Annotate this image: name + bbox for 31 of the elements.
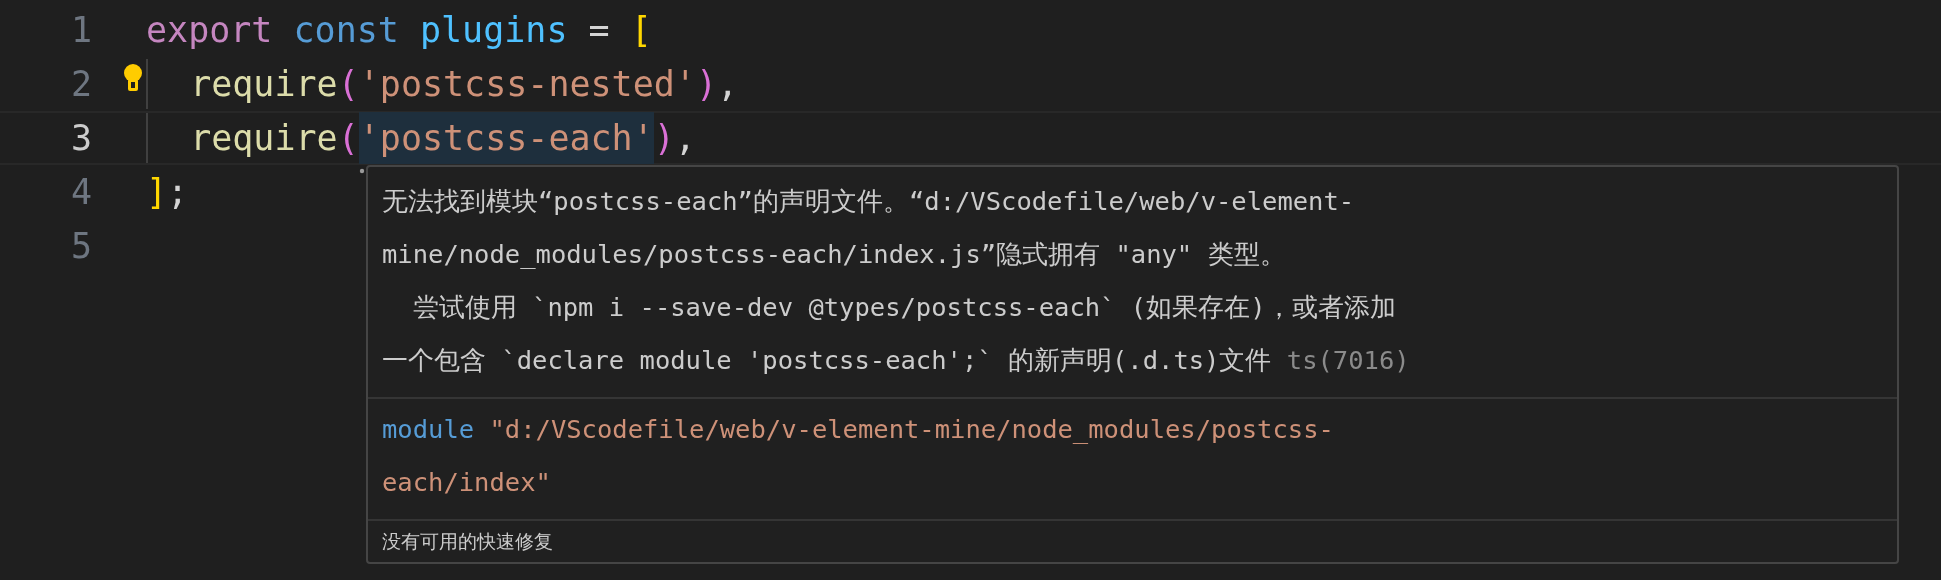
error-code: ts(7016) (1286, 345, 1410, 375)
code-token: , (674, 116, 696, 160)
code-token: ; (167, 170, 189, 214)
line-number: 2 (69, 62, 92, 106)
error-message-line: mine/node_modules/postcss-each/index.js”隐式拥有 "any" 类型。 (382, 239, 1286, 269)
code-token: ( (337, 62, 359, 106)
error-message-line: 无法找到模块“postcss-each”的声明文件。“d:/VScodefile/web/v-element- (382, 186, 1355, 216)
line-number: 3 (69, 116, 92, 160)
code-token: [ (630, 8, 652, 52)
code-token: ( (337, 116, 359, 160)
code-token: , (716, 62, 739, 106)
code-token: = (587, 8, 611, 52)
code-token: ] (146, 170, 168, 214)
quick-fix-status: 没有可用的快速修复 (382, 530, 553, 552)
line-number: 1 (69, 8, 92, 52)
code-token: 'postcss-nested' (358, 62, 696, 106)
code-token: "d:/VScodefile/web/v-element-mine/node_modules/postcss- (488, 414, 1334, 444)
error-message-line: 一个包含 `declare module 'postcss-each';` 的新声明(.d.ts)文件 (382, 345, 1272, 375)
error-message-line: 尝试使用 `npm i --save-dev @types/postcss-each` (如果存在)，或者添加 (411, 292, 1396, 322)
code-token: each/index" (382, 467, 551, 497)
code-token: ) (695, 62, 717, 106)
code-token: ) (653, 116, 675, 160)
code-token: require (189, 62, 338, 106)
code-token: const (292, 8, 399, 52)
code-token: plugins (418, 8, 568, 52)
line-number: 5 (69, 224, 92, 268)
line-number: 4 (69, 170, 92, 214)
code-token: require (189, 116, 338, 160)
code-token: module (382, 414, 475, 444)
lightbulb-icon[interactable] (122, 63, 144, 93)
code-token: export (146, 8, 273, 52)
